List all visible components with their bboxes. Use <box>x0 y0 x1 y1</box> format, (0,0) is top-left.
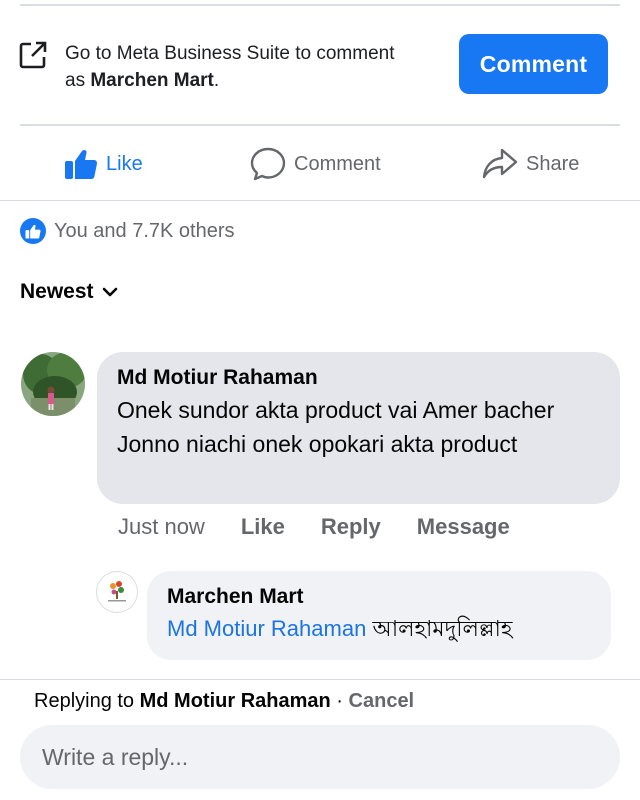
mention-link[interactable]: Md Motiur Rahaman <box>167 616 366 641</box>
share-icon <box>482 148 518 179</box>
meta-business-suite-prompt[interactable]: Go to Meta Business Suite to comment as … <box>65 40 395 94</box>
chevron-down-icon <box>102 287 117 297</box>
banner-divider <box>20 124 620 126</box>
like-reaction-icon <box>20 218 46 244</box>
comment-reply-link[interactable]: Reply <box>321 514 381 540</box>
comment-timestamp[interactable]: Just now <box>118 514 205 540</box>
reply-message: আলহামদুলিল্লাহ <box>372 616 513 641</box>
sort-label: Newest <box>20 280 94 303</box>
comment-button[interactable]: Comment <box>459 34 608 94</box>
page-name: Marchen Mart <box>90 70 214 91</box>
replying-to-name: Md Motiur Rahaman <box>139 690 331 712</box>
reply-author[interactable]: Marchen Mart <box>167 583 591 610</box>
reply-text: Md Motiur Rahaman আলহামদুলিল্লাহ <box>167 612 591 646</box>
page-avatar[interactable] <box>97 572 137 612</box>
comment-message-link[interactable]: Message <box>417 514 510 540</box>
top-divider <box>20 4 620 6</box>
comment-like-link[interactable]: Like <box>241 514 285 540</box>
like-action-button[interactable]: Like <box>64 140 143 188</box>
reactions-summary-text: You and 7.7K others <box>54 219 235 242</box>
share-action-button[interactable]: Share <box>482 140 579 188</box>
replying-to-bar: Replying to Md Motiur Rahaman · Cancel <box>34 690 415 712</box>
comment-action-button[interactable]: Comment <box>250 140 381 188</box>
comment-sort-dropdown[interactable]: Newest <box>20 280 118 304</box>
action-divider <box>0 200 640 201</box>
reactions-summary[interactable]: You and 7.7K others <box>20 214 235 248</box>
cancel-reply-link[interactable]: Cancel <box>349 690 415 712</box>
comment-text: Onek sundor akta product vai Amer bacher… <box>117 397 555 457</box>
page-logo-icon <box>108 581 126 602</box>
reply-input[interactable] <box>20 725 620 789</box>
comment-icon <box>250 147 286 181</box>
thumbs-up-icon <box>65 149 98 179</box>
comment-bubble: Md Motiur Rahaman Onek sundor akta produ… <box>97 352 620 504</box>
composer-divider <box>0 679 640 680</box>
comment-actions: Just now Like Reply Message <box>118 514 546 540</box>
reply-bubble: Marchen Mart Md Motiur Rahaman আলহামদুলি… <box>147 571 611 660</box>
comment-author[interactable]: Md Motiur Rahaman <box>117 364 600 391</box>
commenter-avatar[interactable] <box>21 352 85 416</box>
external-link-icon[interactable] <box>18 40 48 70</box>
